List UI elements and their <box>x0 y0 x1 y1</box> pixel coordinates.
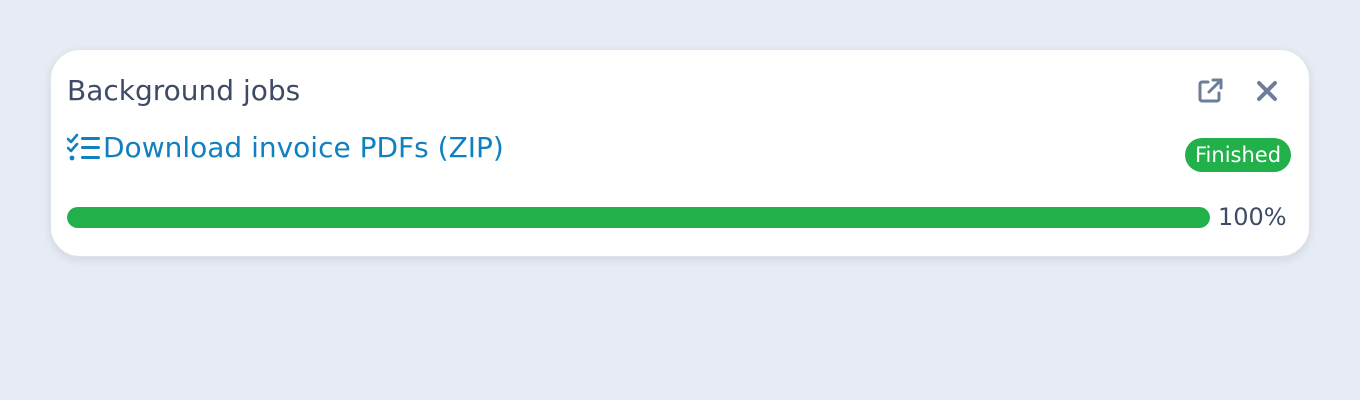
checklist-icon <box>67 133 103 163</box>
job-title-link[interactable]: Download invoice PDFs (ZIP) <box>103 130 504 166</box>
job-row: Download invoice PDFs (ZIP) <box>67 130 504 166</box>
open-in-new-window-button[interactable] <box>1193 74 1227 108</box>
background-jobs-panel: Background jobs Download invoice PDFs (Z… <box>50 49 1310 257</box>
close-icon <box>1257 81 1277 101</box>
progress-bar <box>67 207 1210 228</box>
close-button[interactable] <box>1250 74 1284 108</box>
progress-bar-fill <box>67 207 1210 228</box>
status-badge: Finished <box>1185 138 1292 172</box>
progress-percentage: 100% <box>1218 203 1287 231</box>
external-link-icon <box>1198 78 1223 103</box>
panel-title: Background jobs <box>67 74 301 107</box>
